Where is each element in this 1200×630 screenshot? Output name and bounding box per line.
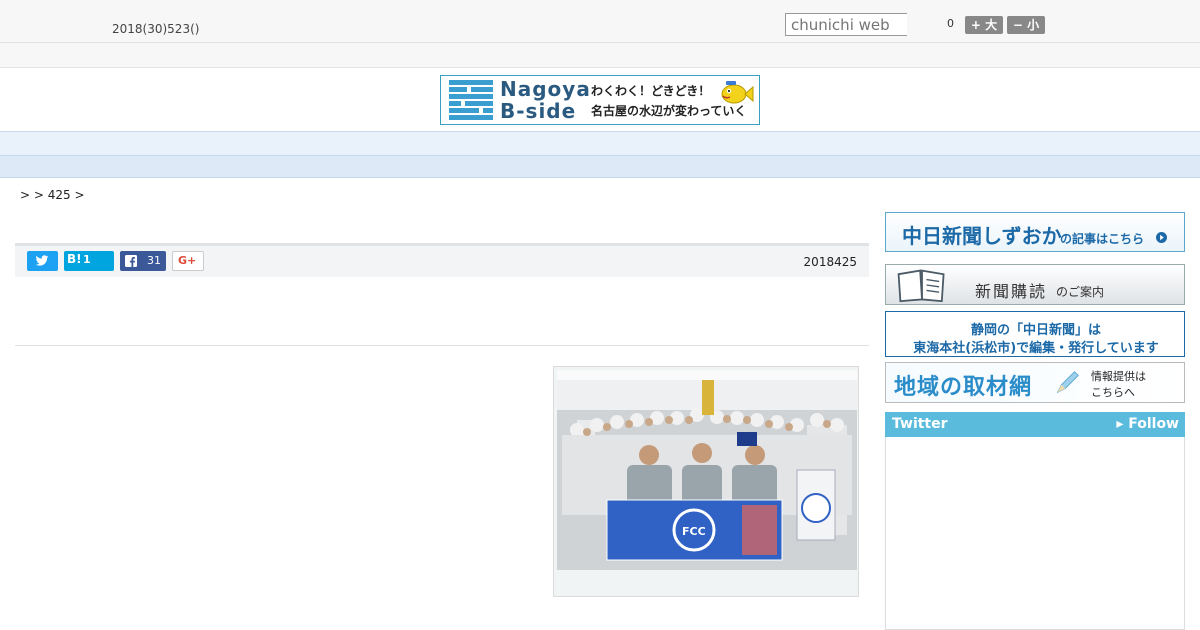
- search-input[interactable]: [785, 13, 907, 36]
- shizuoka-articles-banner[interactable]: 中日新聞しずおか の記事はこちら: [885, 212, 1185, 252]
- twitter-follow-link[interactable]: ▸ Follow: [1116, 416, 1179, 432]
- subscription-banner[interactable]: 新聞購読 のご案内: [885, 264, 1185, 305]
- network-title: 地域の取材網: [894, 375, 1033, 400]
- twitter-bird-icon: [35, 255, 49, 266]
- banner-title-line2: B-side: [500, 99, 577, 123]
- twitter-widget-body: [885, 437, 1185, 630]
- banner-tagline1: わくわく！どきどき！: [591, 84, 711, 98]
- hq-info-banner[interactable]: 静岡の「中日新聞」は 東海本社(浜松市)で編集・発行しています: [885, 311, 1185, 357]
- facebook-icon: [125, 255, 137, 267]
- current-date: 2018(30)523(): [112, 22, 200, 36]
- newspaper-book-icon: [897, 269, 945, 303]
- network-tip-line2: こちらへ: [1091, 386, 1135, 399]
- banner-title-line1: Nagoya: [500, 77, 591, 101]
- arrow-circle-icon: [1156, 232, 1167, 243]
- network-tip-line1: 情報提供は: [1091, 370, 1146, 383]
- shizuoka-title: 中日新聞しずおか: [902, 224, 1062, 248]
- sub-nav: [0, 156, 1200, 178]
- share-bar: B! 1 31 G+ 2018425: [15, 243, 869, 277]
- googleplus-label: G+: [178, 254, 197, 267]
- twitter-widget-header: Twitter ▸ Follow: [885, 412, 1185, 437]
- facebook-share-button[interactable]: 31: [120, 251, 166, 271]
- hatena-bookmark-button[interactable]: B! 1: [64, 251, 114, 271]
- twitter-share-button[interactable]: [27, 251, 58, 271]
- shizuoka-link-text: の記事はこちら: [1060, 232, 1145, 246]
- news-network-banner[interactable]: 地域の取材網 情報提供は こちらへ: [885, 362, 1185, 403]
- font-smaller-button[interactable]: − 小: [1007, 16, 1045, 34]
- subscription-suffix: のご案内: [1056, 285, 1105, 299]
- published-date: 2018425: [803, 255, 857, 269]
- hq-line1: 静岡の「中日新聞」は: [970, 323, 1101, 338]
- hatena-count: 1: [83, 253, 91, 266]
- googleplus-share-button[interactable]: G+: [172, 251, 204, 271]
- secondary-bar: [0, 43, 1200, 68]
- facebook-count: 31: [147, 254, 161, 267]
- breadcrumb[interactable]: > > 425 >: [20, 188, 85, 202]
- group-photo-icon[interactable]: FCC: [557, 370, 857, 570]
- hatena-label: B!: [67, 252, 82, 266]
- fish-mascot-icon: [721, 81, 754, 104]
- font-size-level: 0: [947, 17, 954, 30]
- article-photo-frame: FCC: [553, 366, 859, 597]
- top-utility-bar: 2018(30)523() 0 + 大 − 小: [0, 0, 1200, 43]
- building-grid-icon: [449, 80, 493, 120]
- content-divider: [15, 345, 869, 346]
- global-nav: [0, 131, 1200, 156]
- hq-line2: 東海本社(浜松市)で編集・発行しています: [913, 341, 1159, 356]
- subscription-title: 新聞購読: [975, 282, 1048, 301]
- twitter-widget-title: Twitter: [892, 416, 948, 432]
- svg-text:FCC: FCC: [682, 525, 706, 538]
- nagoya-bside-banner[interactable]: Nagoya B-side わくわく！どきどき！ 名古屋の水辺が変わっていく: [440, 75, 760, 125]
- font-bigger-button[interactable]: + 大: [965, 16, 1003, 34]
- pencil-icon: [1056, 371, 1079, 394]
